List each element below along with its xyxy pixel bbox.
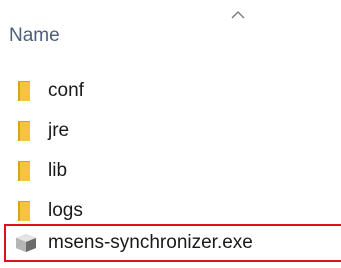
file-row-jre[interactable]: jre (12, 112, 69, 150)
application-icon (14, 230, 38, 256)
column-header-name[interactable]: Name (9, 24, 60, 48)
folder-icon (12, 198, 36, 224)
file-name: conf (48, 80, 84, 101)
file-name: lib (48, 160, 68, 181)
file-row-lib[interactable]: lib (12, 152, 67, 190)
file-name: logs (48, 200, 83, 221)
folder-icon (12, 158, 36, 184)
file-name: msens-synchronizer.exe (48, 232, 253, 253)
folder-icon (12, 118, 36, 144)
file-name: jre (48, 120, 70, 141)
file-row-conf[interactable]: conf (12, 72, 84, 110)
file-row-msens-synchronizer-exe[interactable]: msens-synchronizer.exe (4, 224, 341, 262)
folder-icon (12, 78, 36, 104)
chevron-up-icon[interactable] (230, 9, 246, 21)
